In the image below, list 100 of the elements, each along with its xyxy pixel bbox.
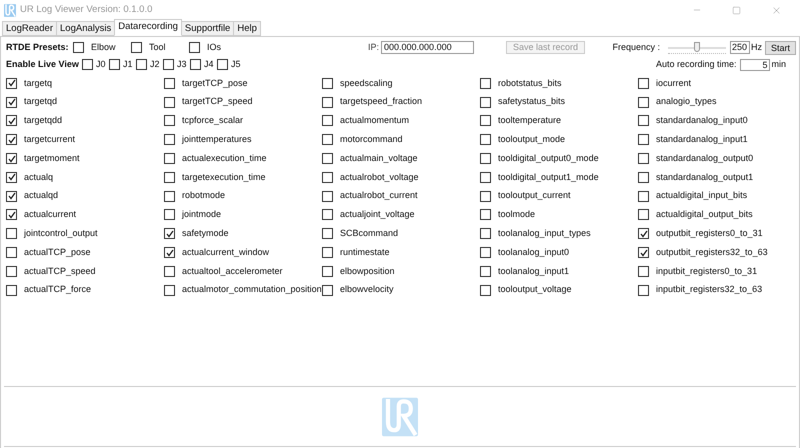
checkbox-label: actualcurrent [24, 208, 76, 222]
checkbox-label: robotstatus_bits [498, 76, 562, 90]
check-icon [640, 248, 648, 257]
tab[interactable]: Help [233, 21, 261, 36]
checkbox[interactable] [322, 78, 333, 89]
checkbox[interactable] [164, 228, 175, 240]
checkbox-label: Tool [149, 40, 166, 54]
checkbox[interactable] [480, 247, 491, 258]
checkbox[interactable] [131, 42, 142, 53]
checkbox[interactable] [480, 153, 491, 164]
checkbox[interactable] [480, 115, 491, 126]
checkbox[interactable] [638, 190, 649, 202]
checkbox[interactable] [480, 172, 491, 183]
checkbox[interactable] [322, 266, 333, 277]
checkbox[interactable] [480, 190, 491, 202]
check-icon [8, 154, 16, 163]
checkbox[interactable] [6, 115, 17, 126]
frequency-field[interactable]: 250 [730, 41, 750, 54]
checkbox[interactable] [6, 78, 17, 89]
checkbox[interactable] [6, 266, 17, 277]
checkbox[interactable] [189, 42, 200, 53]
checkbox-label: jointcontrol_output [24, 227, 98, 240]
checkbox[interactable] [638, 228, 649, 240]
checkbox[interactable] [164, 153, 175, 164]
tab[interactable]: Datarecording [114, 19, 182, 36]
checkbox[interactable] [322, 96, 333, 108]
checkbox[interactable] [164, 115, 175, 126]
checkbox-label: safetymode [182, 227, 229, 240]
checkbox[interactable] [322, 172, 333, 183]
checkbox[interactable] [164, 190, 175, 202]
checkbox[interactable] [163, 59, 174, 70]
ip-label: IP: [368, 40, 380, 54]
checkbox-label: targetspeed_fraction [340, 95, 422, 108]
checkbox[interactable] [164, 209, 175, 220]
checkbox[interactable] [217, 59, 228, 70]
checkbox[interactable] [164, 284, 175, 296]
checkbox[interactable] [164, 247, 175, 258]
checkbox-label: targetTCP_pose [182, 76, 248, 90]
checkbox[interactable] [322, 228, 333, 240]
checkbox[interactable] [322, 115, 333, 126]
checkbox[interactable] [480, 209, 491, 220]
checkbox-label: actualdigital_input_bits [656, 189, 748, 202]
checkbox[interactable] [480, 266, 491, 277]
checkbox[interactable] [164, 172, 175, 183]
frequency-slider[interactable] [668, 42, 726, 54]
close-icon[interactable] [771, 4, 782, 16]
checkbox[interactable] [6, 209, 17, 220]
checkbox[interactable] [322, 209, 333, 220]
auto-recording-label: Auto recording time: [656, 58, 736, 71]
checkbox[interactable] [638, 266, 649, 277]
checkbox[interactable] [322, 153, 333, 164]
checkbox[interactable] [6, 284, 17, 296]
live-view-label: Enable Live View [5, 58, 80, 71]
checkbox-label: actualdigital_output_bits [656, 208, 753, 222]
checkbox[interactable] [480, 284, 491, 296]
checkbox[interactable] [638, 153, 649, 164]
checkbox[interactable] [109, 59, 120, 70]
checkbox[interactable] [638, 96, 649, 108]
checkbox[interactable] [480, 134, 491, 146]
checkbox[interactable] [6, 247, 17, 258]
checkbox[interactable] [190, 59, 201, 70]
checkbox[interactable] [82, 59, 93, 70]
checkbox[interactable] [322, 134, 333, 146]
checkbox-label: inputbit_registers0_to_31 [656, 264, 758, 278]
checkbox[interactable] [6, 96, 17, 108]
checkbox-label: tooloutput_voltage [498, 283, 572, 296]
start-button[interactable]: Start [765, 40, 796, 54]
checkbox[interactable] [322, 284, 333, 296]
checkbox[interactable] [136, 59, 147, 70]
checkbox[interactable] [638, 247, 649, 258]
checkbox[interactable] [480, 78, 491, 89]
checkbox[interactable] [164, 78, 175, 89]
checkbox[interactable] [638, 78, 649, 89]
auto-recording-field[interactable]: 5 [740, 58, 770, 70]
tab[interactable]: Supportfile [180, 21, 234, 36]
window-title: UR Log Viewer Version: 0.1.0.0 [20, 2, 152, 17]
checkbox[interactable] [480, 228, 491, 240]
checkbox[interactable] [638, 172, 649, 183]
checkbox[interactable] [164, 266, 175, 277]
checkbox-label: actualq [24, 170, 54, 184]
checkbox[interactable] [322, 190, 333, 202]
checkbox[interactable] [6, 228, 17, 240]
tab[interactable]: LogReader [2, 21, 58, 36]
checkbox-label: toolanalog_input0 [498, 246, 570, 259]
checkbox[interactable] [164, 96, 175, 108]
checkbox[interactable] [6, 190, 17, 202]
checkbox[interactable] [638, 209, 649, 220]
checkbox[interactable] [638, 134, 649, 146]
checkbox[interactable] [6, 134, 17, 146]
checkbox[interactable] [6, 153, 17, 164]
checkbox[interactable] [164, 134, 175, 146]
checkbox[interactable] [638, 284, 649, 296]
ip-field[interactable]: 000.000.000.000 [381, 41, 474, 54]
checkbox[interactable] [6, 172, 17, 183]
checkbox[interactable] [638, 115, 649, 126]
check-icon [8, 79, 16, 88]
tab[interactable]: LogAnalysis [56, 21, 116, 36]
checkbox[interactable] [322, 247, 333, 258]
checkbox[interactable] [73, 42, 84, 53]
checkbox[interactable] [480, 96, 491, 108]
